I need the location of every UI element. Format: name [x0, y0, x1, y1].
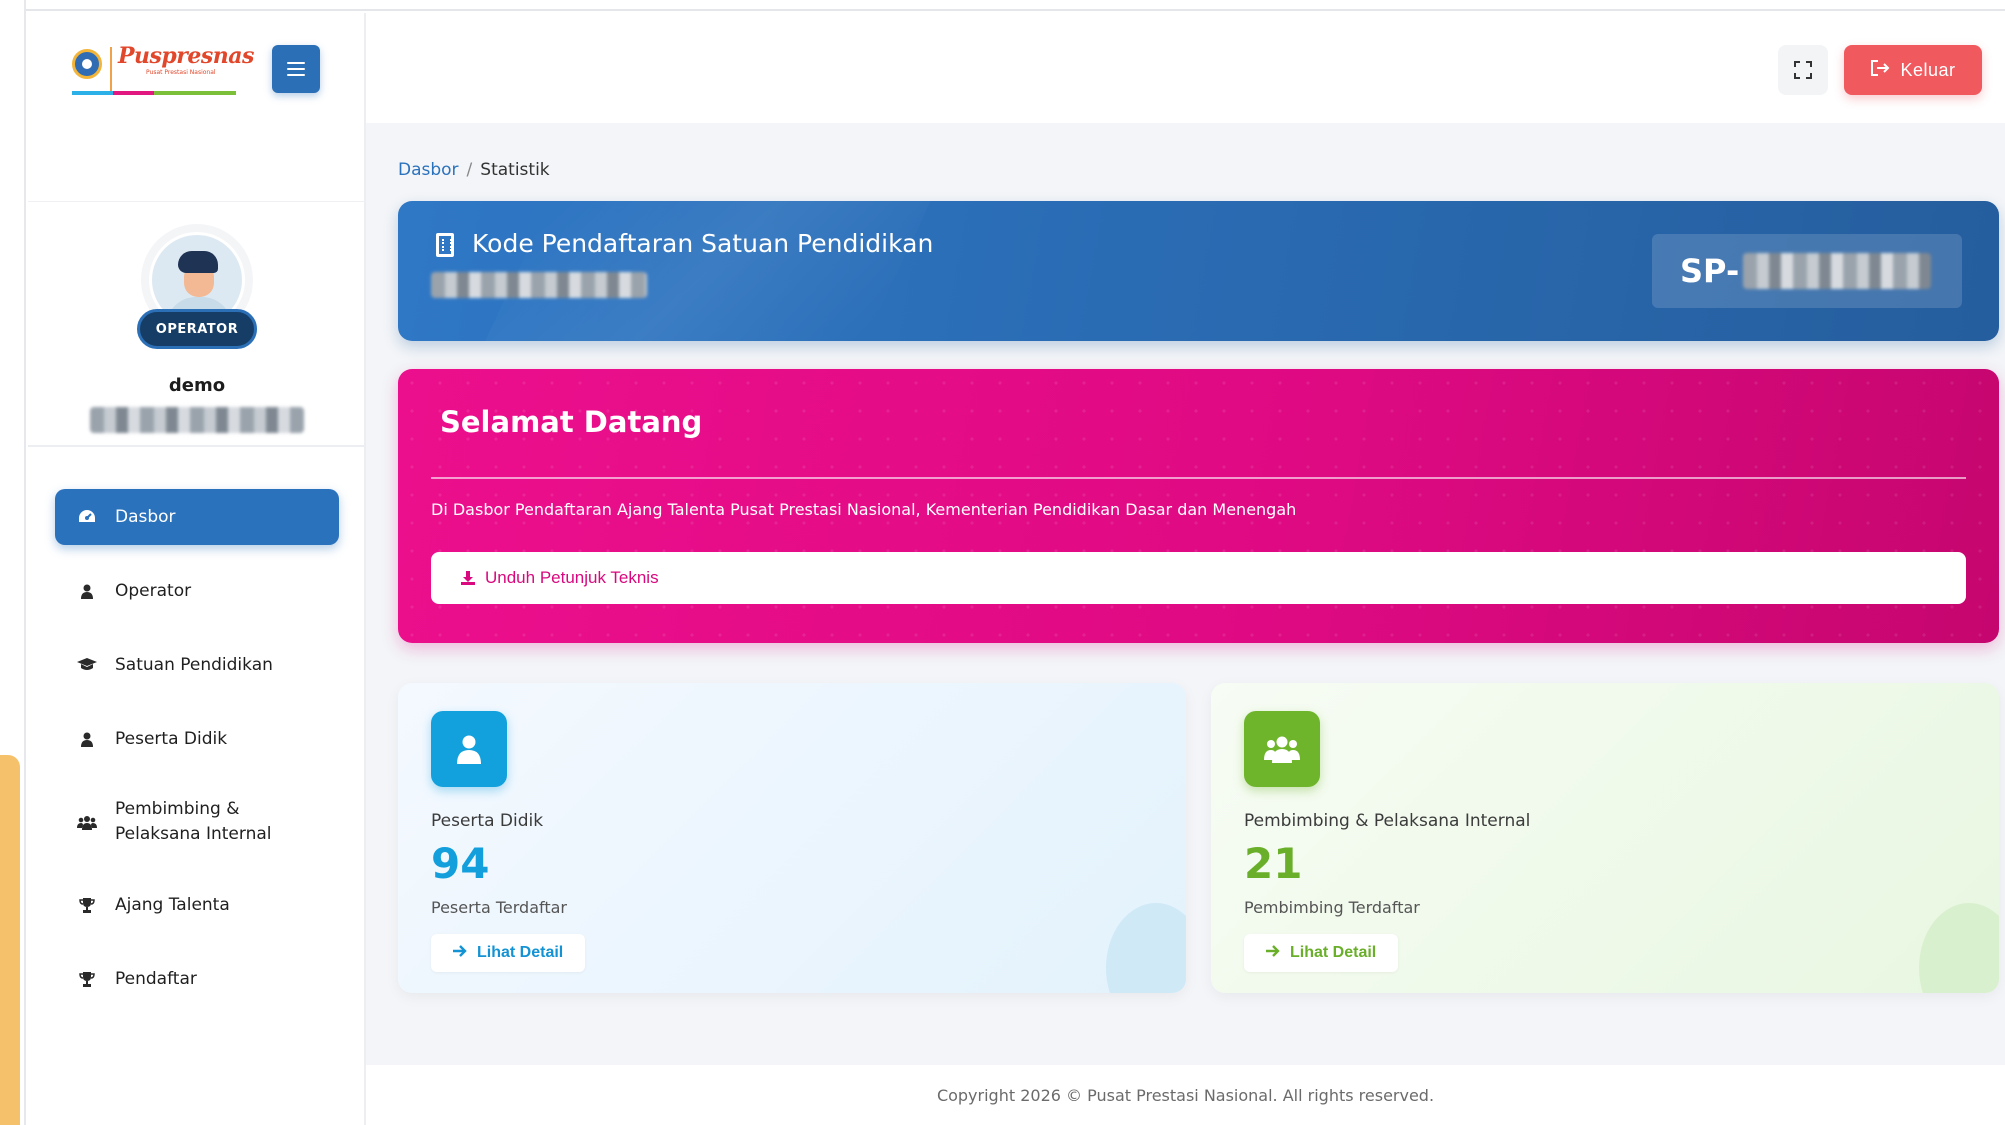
menu-toggle-button[interactable] — [272, 45, 320, 93]
breadcrumb-current: Statistik — [480, 160, 550, 180]
window-frame-left — [0, 0, 26, 1125]
brand-logo-text: Puspresnas — [118, 43, 254, 69]
topbar: Keluar — [366, 13, 2005, 123]
users-icon — [1244, 711, 1320, 787]
sidebar-item-ajang-talenta[interactable]: Ajang Talenta — [55, 877, 339, 933]
sidebar-item-operator[interactable]: Operator — [55, 563, 339, 619]
app-shell: Puspresnas Pusat Prestasi Nasional OPERA… — [28, 13, 2005, 1125]
logout-icon — [1870, 59, 1890, 82]
sidebar-item-label: Dasbor — [115, 507, 176, 527]
redacted-registration-code — [1743, 253, 1932, 289]
copyright-text: Copyright 2026 © Pusat Prestasi Nasional… — [936, 1085, 1435, 1105]
redacted-school-name — [90, 407, 304, 433]
building-icon — [436, 233, 454, 257]
view-detail-label: Lihat Detail — [1290, 944, 1377, 961]
sidebar-item-label: Operator — [115, 581, 192, 601]
user-profile: OPERATOR demo — [28, 201, 366, 447]
download-guide-button[interactable]: Unduh Petunjuk Teknis — [431, 552, 1966, 604]
dashboard-icon — [77, 507, 97, 527]
logout-button[interactable]: Keluar — [1844, 45, 1982, 95]
graduation-cap-icon — [77, 655, 97, 675]
view-detail-button[interactable]: Lihat Detail — [431, 934, 586, 972]
logo-divider — [110, 47, 112, 91]
sidebar-item-pendaftar[interactable]: Pendaftar — [55, 951, 339, 1007]
role-badge: OPERATOR — [137, 309, 257, 349]
arrow-right-icon — [453, 944, 467, 962]
background-decoration — [0, 755, 20, 1125]
breadcrumb-home-link[interactable]: Dasbor — [398, 160, 459, 180]
tut-wuri-handayani-logo-icon — [72, 49, 102, 79]
view-detail-button[interactable]: Lihat Detail — [1244, 934, 1399, 972]
window-frame-top — [0, 0, 2005, 11]
user-icon — [77, 729, 97, 749]
fullscreen-icon — [1794, 61, 1812, 79]
stat-sublabel: Pembimbing Terdaftar — [1244, 898, 1420, 917]
registration-code-card: Kode Pendaftaran Satuan Pendidikan SP- — [398, 201, 1999, 341]
sidebar-item-label: Satuan Pendidikan — [115, 655, 273, 675]
footer: Copyright 2026 © Pusat Prestasi Nasional… — [366, 1065, 2005, 1125]
user-icon — [431, 711, 507, 787]
brand-logo-stripes — [72, 91, 236, 95]
arrow-right-icon — [1266, 944, 1280, 962]
stat-sublabel: Peserta Terdaftar — [431, 898, 568, 917]
stat-label: Peserta Didik — [431, 811, 544, 831]
stat-label: Pembimbing & Pelaksana Internal — [1244, 811, 1531, 831]
breadcrumb: Dasbor / Statistik — [398, 160, 550, 180]
welcome-text: Di Dasbor Pendaftaran Ajang Talenta Pusa… — [431, 500, 1297, 519]
welcome-title: Selamat Datang — [440, 405, 703, 439]
user-icon — [77, 581, 97, 601]
sidebar-item-pembimbing[interactable]: Pembimbing & Pelaksana Internal — [55, 785, 339, 859]
registration-title: Kode Pendaftaran Satuan Pendidikan — [472, 229, 934, 258]
breadcrumb-separator: / — [466, 160, 473, 180]
registration-code-box: SP- — [1652, 234, 1962, 308]
hamburger-icon — [287, 62, 305, 76]
redacted-school-info — [431, 272, 647, 298]
download-guide-label: Unduh Petunjuk Teknis — [485, 568, 659, 587]
welcome-card: Selamat Datang Di Dasbor Pendaftaran Aja… — [398, 369, 1999, 643]
sidebar-item-satuan-pendidikan[interactable]: Satuan Pendidikan — [55, 637, 339, 693]
sidebar-item-label: Peserta Didik — [115, 729, 228, 749]
sidebar-item-peserta-didik[interactable]: Peserta Didik — [55, 711, 339, 767]
stat-card-peserta-didik: Peserta Didik 94 Peserta Terdaftar Lihat… — [398, 683, 1186, 993]
welcome-divider — [431, 477, 1966, 479]
stat-value: 21 — [1244, 839, 1303, 888]
download-icon — [461, 571, 475, 585]
sidebar-item-label: Ajang Talenta — [115, 895, 230, 915]
stat-card-pembimbing: Pembimbing & Pelaksana Internal 21 Pembi… — [1211, 683, 1999, 993]
sidebar-item-label: Pendaftar — [115, 969, 197, 989]
sidebar: Puspresnas Pusat Prestasi Nasional OPERA… — [28, 13, 366, 1125]
logout-label: Keluar — [1900, 59, 1956, 80]
registration-code-prefix: SP- — [1680, 252, 1740, 290]
trophy-icon — [77, 895, 97, 915]
brand-logo-subtext: Pusat Prestasi Nasional — [146, 69, 216, 76]
sidebar-nav: Dasbor Operator Satuan Pendidikan Pesert… — [28, 489, 366, 1025]
view-detail-label: Lihat Detail — [477, 944, 564, 961]
sidebar-item-dasbor[interactable]: Dasbor — [55, 489, 339, 545]
trophy-icon — [77, 969, 97, 989]
user-name: demo — [168, 375, 226, 396]
fullscreen-button[interactable] — [1778, 45, 1828, 95]
stat-value: 94 — [431, 839, 490, 888]
brand-area: Puspresnas Pusat Prestasi Nasional — [28, 13, 366, 123]
users-icon — [77, 812, 97, 832]
sidebar-item-label: Pembimbing & Pelaksana Internal — [115, 799, 272, 844]
